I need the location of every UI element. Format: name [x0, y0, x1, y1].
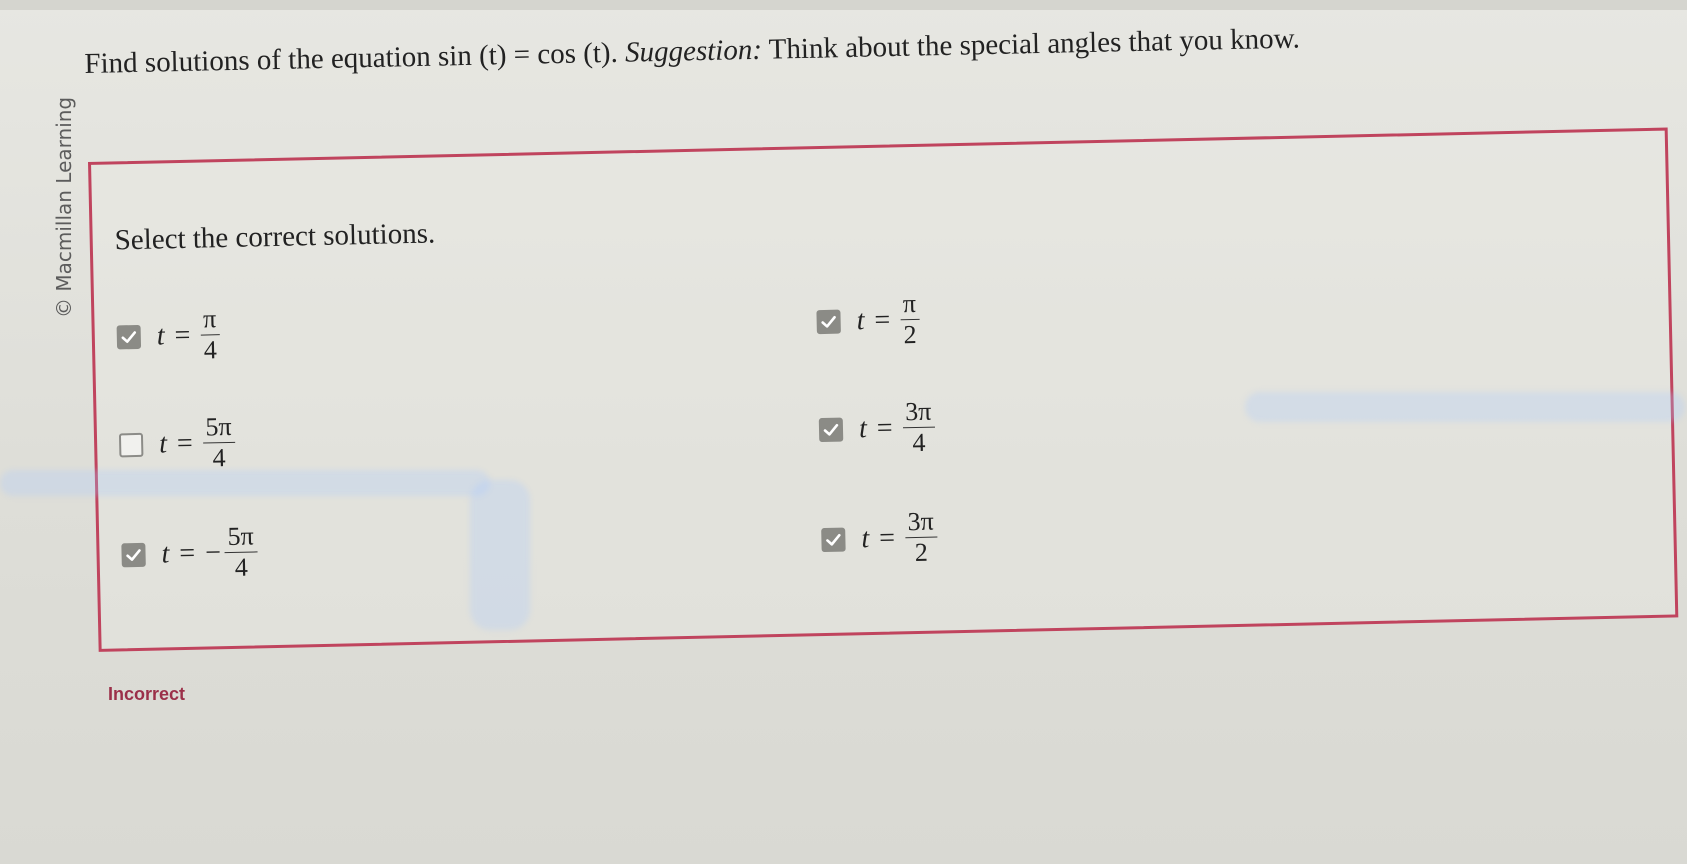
checkbox-unchecked[interactable]	[118, 432, 144, 457]
fraction-denominator: 4	[234, 552, 249, 582]
fraction-denominator: 4	[212, 443, 226, 473]
equation: t = 3π 4	[858, 396, 935, 460]
equation-variable: t	[856, 304, 865, 336]
equals-sign: =	[876, 412, 893, 444]
fraction-denominator: 4	[203, 335, 218, 365]
equation: t = − 5π 4	[161, 521, 258, 584]
screen-glare	[470, 480, 530, 630]
equation-variable: t	[861, 522, 870, 554]
equation: t = π 4	[156, 304, 220, 366]
equation-variable: t	[858, 412, 868, 444]
result-status: Incorrect	[108, 684, 186, 704]
fraction-numerator: 3π	[901, 396, 935, 429]
fraction-numerator: 5π	[224, 521, 258, 554]
fraction-numerator: 5π	[202, 411, 235, 444]
equation-variable: t	[158, 427, 168, 460]
equals-sign: =	[176, 427, 194, 459]
equation: t = π 2	[856, 288, 920, 351]
checkmark-icon	[823, 423, 839, 436]
screen-glare	[1245, 392, 1685, 422]
equation-variable: t	[156, 319, 165, 352]
checkbox-checked[interactable]	[821, 527, 846, 552]
panel-prompt: Select the correct solutions.	[114, 217, 436, 257]
equals-sign: =	[174, 319, 191, 351]
checkmark-icon	[121, 330, 137, 343]
option-3pi-over-2[interactable]: t = 3π 2	[821, 506, 938, 571]
checkbox-checked[interactable]	[816, 309, 841, 334]
answer-panel: Select the correct solutions. t = π 4 t …	[88, 127, 1679, 652]
fraction: 5π 4	[202, 411, 235, 474]
checkmark-icon	[126, 548, 141, 561]
equation-variable: t	[161, 537, 170, 569]
fraction: π 4	[199, 304, 220, 365]
equation: t = 3π 2	[861, 506, 938, 570]
checkmark-icon	[821, 315, 836, 328]
fraction-numerator: π	[899, 288, 920, 321]
negative-sign: −	[204, 536, 222, 569]
checkbox-checked[interactable]	[121, 542, 146, 567]
top-strip	[0, 0, 1687, 10]
checkbox-checked[interactable]	[818, 417, 844, 442]
question-emphasis: Suggestion:	[624, 33, 763, 69]
question-suffix: Think about the special angles that you …	[761, 22, 1301, 66]
checkbox-checked[interactable]	[116, 324, 142, 349]
option-pi-over-2[interactable]: t = π 2	[816, 288, 920, 352]
equals-sign: =	[878, 521, 896, 554]
fraction-numerator: 3π	[904, 506, 938, 539]
fraction: 5π 4	[224, 521, 258, 583]
fraction-numerator: π	[199, 304, 220, 336]
fraction: π 2	[899, 288, 920, 350]
option-neg-5pi-over-4[interactable]: t = − 5π 4	[121, 521, 258, 585]
fraction: 3π 2	[904, 506, 938, 569]
equals-sign: =	[178, 537, 196, 569]
equation: t = 5π 4	[158, 411, 236, 475]
fraction-denominator: 2	[914, 537, 929, 568]
question-prefix: Find solutions of the equation sin (t) =…	[84, 36, 626, 80]
fraction: 3π 4	[901, 396, 935, 459]
screen-glare	[0, 470, 490, 496]
fraction-denominator: 4	[912, 427, 926, 458]
equals-sign: =	[874, 304, 891, 336]
option-3pi-over-4[interactable]: t = 3π 4	[818, 396, 935, 461]
copyright-label: © Macmillan Learning	[52, 96, 76, 318]
option-pi-over-4[interactable]: t = π 4	[116, 304, 220, 367]
question-text: Find solutions of the equation sin (t) =…	[84, 11, 1644, 84]
option-5pi-over-4[interactable]: t = 5π 4	[118, 411, 236, 476]
checkmark-icon	[826, 533, 841, 546]
fraction-denominator: 2	[903, 319, 917, 350]
